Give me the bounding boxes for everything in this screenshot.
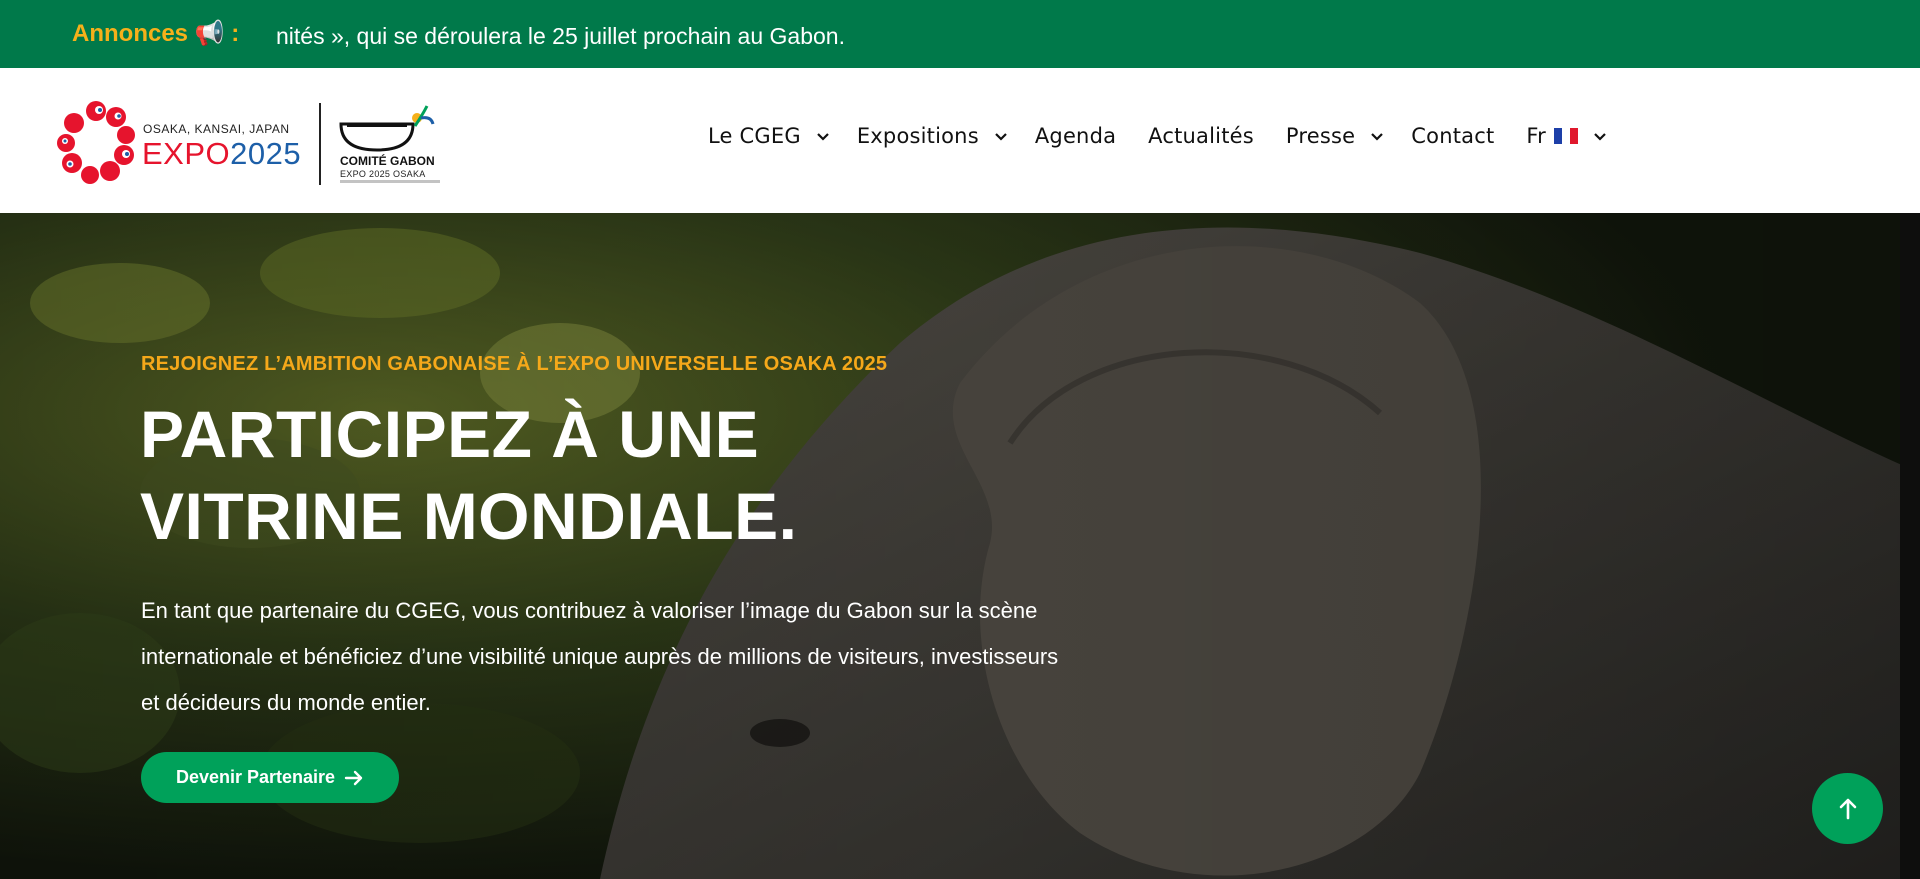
hero-title: PARTICIPEZ À UNE VITRINE MONDIALE. bbox=[140, 397, 798, 553]
nav-item-contact[interactable]: Contact bbox=[1411, 124, 1494, 148]
chevron-down-icon bbox=[1371, 133, 1384, 141]
chevron-down-icon bbox=[995, 133, 1007, 141]
nav-item-cgeg[interactable]: Le CGEG bbox=[708, 124, 831, 148]
expo2025-logo-icon[interactable] bbox=[56, 101, 136, 185]
main-nav: Le CGEG Expositions Agenda Actualités Pr… bbox=[708, 124, 1608, 148]
hero-description: En tant que partenaire du CGEG, vous con… bbox=[141, 598, 1059, 715]
expo-location: OSAKA, KANSAI, JAPAN bbox=[143, 122, 290, 136]
site-header: OSAKA, KANSAI, JAPAN EXPO2025 COMITÉ GAB… bbox=[0, 68, 1920, 213]
logo-divider bbox=[319, 103, 321, 185]
arrow-right-icon bbox=[344, 770, 363, 785]
language-switcher[interactable]: Fr bbox=[1526, 124, 1608, 148]
nav-item-label: Le CGEG bbox=[708, 124, 801, 148]
hero-section: REJOIGNEZ L’AMBITION GABONAISE À L’EXPO … bbox=[0, 213, 1920, 879]
nav-item-presse[interactable]: Presse bbox=[1286, 124, 1385, 148]
nav-item-label: Agenda bbox=[1034, 124, 1117, 148]
expo-year: 2025 bbox=[230, 136, 302, 171]
announcement-ticker: nités », qui se déroulera le 25 juillet … bbox=[276, 0, 1916, 68]
nav-item-expositions[interactable]: Expositions bbox=[857, 124, 1009, 148]
france-flag-icon bbox=[1553, 128, 1578, 144]
announcement-bar: Annonces 📢 : nités », qui se déroulera l… bbox=[0, 0, 1920, 68]
gabon-sub: EXPO 2025 OSAKA bbox=[340, 169, 426, 179]
expo-wordmark: EXPO2025 bbox=[142, 136, 301, 172]
nav-item-label: Contact bbox=[1411, 124, 1495, 148]
nav-item-label: Expositions bbox=[856, 124, 979, 148]
expo-word: EXPO bbox=[142, 136, 231, 171]
nav-item-actualites[interactable]: Actualités bbox=[1148, 124, 1254, 148]
cta-label: Devenir Partenaire bbox=[175, 767, 336, 787]
gabon-tagline-line bbox=[340, 180, 440, 183]
scroll-to-top-button[interactable] bbox=[1812, 773, 1883, 844]
chevron-down-icon bbox=[817, 133, 829, 141]
nav-item-agenda[interactable]: Agenda bbox=[1035, 124, 1116, 148]
arrow-up-icon bbox=[1839, 798, 1856, 819]
announcement-text[interactable]: nités », qui se déroulera le 25 juillet … bbox=[276, 23, 845, 50]
chevron-down-icon bbox=[1594, 133, 1606, 141]
gabon-name: COMITÉ GABON bbox=[340, 154, 435, 168]
announcement-label: Annonces 📢 : bbox=[72, 20, 240, 47]
nav-item-label: Presse bbox=[1285, 124, 1356, 148]
comite-gabon-logo-icon[interactable] bbox=[337, 104, 437, 154]
language-label: Fr bbox=[1526, 124, 1546, 148]
become-partner-button[interactable]: Devenir Partenaire bbox=[141, 752, 399, 803]
nav-item-label: Actualités bbox=[1148, 124, 1254, 148]
hero-eyebrow: REJOIGNEZ L’AMBITION GABONAISE À L’EXPO … bbox=[141, 353, 888, 375]
